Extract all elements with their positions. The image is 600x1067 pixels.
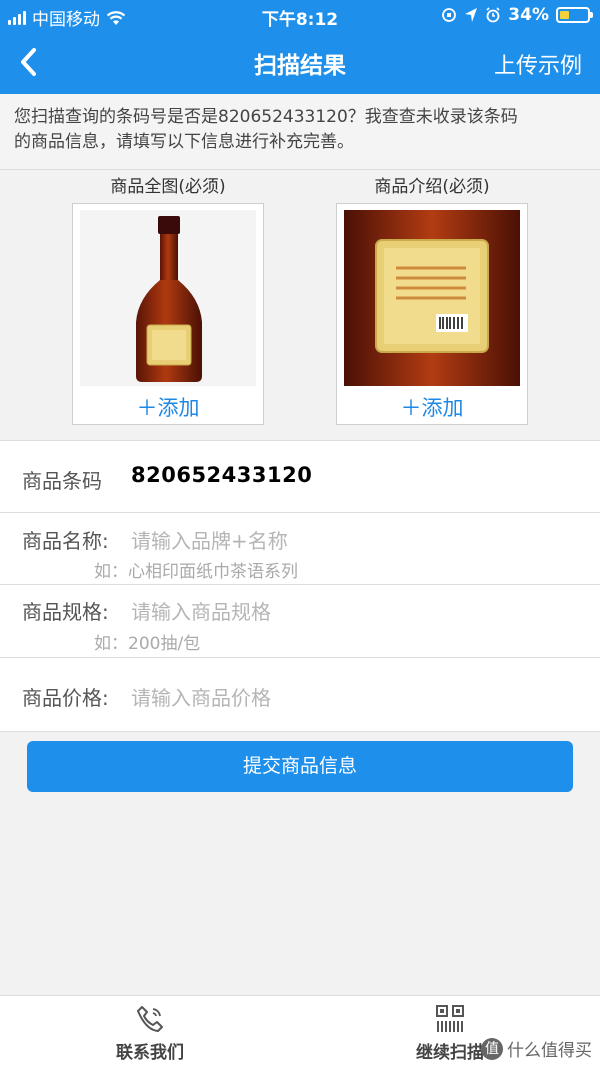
full-photo-upload-box[interactable]: ＋添加 (72, 203, 264, 425)
spec-hint: 如：200抽/包 (94, 634, 201, 654)
contact-us-button[interactable]: 联系我们 (50, 996, 250, 1067)
barcode-value: 820652433120 (131, 463, 313, 487)
bottle-image (80, 210, 256, 386)
screen-lock-icon (442, 8, 457, 22)
watermark: 值 什么值得买 (481, 1036, 592, 1061)
intro-photo-label: 商品介绍(必须) (374, 177, 490, 197)
intro-photo-add-button[interactable]: ＋添加 (337, 392, 527, 422)
name-hint: 如：心相印面纸巾茶语系列 (94, 562, 298, 582)
app-header: 中国移动 下午8:12 34% 扫描结果 上传示例 (0, 0, 600, 94)
upload-example-button[interactable]: 上传示例 (494, 48, 582, 80)
product-form: 商品条码 820652433120 商品名称: 请输入品牌+名称 如：心相印面纸… (0, 441, 600, 732)
price-label: 商品价格: (22, 686, 109, 710)
qr-scan-icon (436, 1005, 464, 1032)
name-row: 商品名称: 请输入品牌+名称 如：心相印面纸巾茶语系列 (0, 513, 600, 585)
spec-input[interactable]: 请输入商品规格 (131, 596, 271, 625)
barcode-label: 商品条码 (22, 469, 102, 493)
full-photo-label: 商品全图(必须) (110, 177, 226, 197)
full-photo-slot: 商品全图(必须) ＋添加 (72, 175, 264, 425)
watermark-badge-icon: 值 (481, 1037, 503, 1060)
price-row: 商品价格: 请输入商品价格 (0, 658, 600, 732)
intro-photo-upload-box[interactable]: ＋添加 (336, 203, 528, 425)
price-input[interactable]: 请输入商品价格 (131, 682, 271, 711)
bottle-closeup-image (344, 210, 520, 386)
photo-upload-section: 商品全图(必须) ＋添加 商品介绍(必须) ＋添加 (0, 171, 600, 441)
nav-bar: 扫描结果 上传示例 (0, 32, 600, 92)
barcode-row: 商品条码 820652433120 (0, 441, 600, 513)
intro-photo-slot: 商品介绍(必须) ＋添加 (336, 175, 528, 425)
name-input[interactable]: 请输入品牌+名称 (131, 525, 288, 554)
spec-row: 商品规格: 请输入商品规格 如：200抽/包 (0, 585, 600, 658)
full-photo-add-button[interactable]: ＋添加 (73, 392, 263, 422)
battery-icon (556, 7, 593, 23)
location-arrow-icon (465, 8, 478, 22)
alarm-icon (486, 7, 500, 23)
contact-us-label: 联系我们 (116, 1043, 184, 1063)
notice-line-2: 的商品信息，请填写以下信息进行补充完善。 (14, 132, 354, 152)
status-bar: 中国移动 下午8:12 34% (0, 0, 600, 32)
submit-button[interactable]: 提交商品信息 (27, 741, 573, 792)
phone-icon (137, 1006, 163, 1032)
notice-line-1: 您扫描查询的条码号是否是820652433120？我查查未收录该条码 (14, 107, 518, 127)
name-label: 商品名称: (22, 529, 109, 553)
spec-label: 商品规格: (22, 600, 109, 624)
watermark-text: 什么值得买 (507, 1041, 592, 1061)
battery-percent: 34% (508, 5, 549, 25)
barcode-notice: 您扫描查询的条码号是否是820652433120？我查查未收录该条码 的商品信息… (0, 94, 600, 170)
